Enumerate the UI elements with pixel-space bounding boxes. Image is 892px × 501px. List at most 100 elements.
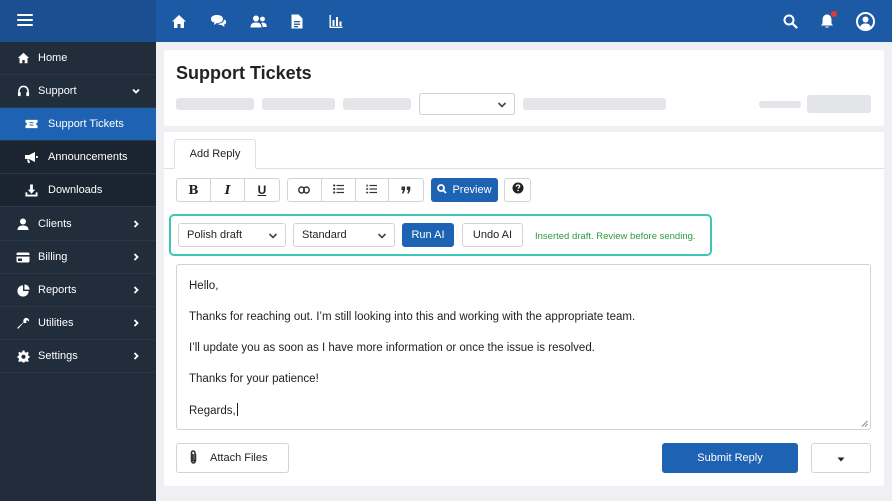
sidebar-item-announcements[interactable]: Announcements <box>0 141 156 174</box>
filter-select[interactable] <box>419 93 515 115</box>
bar-chart-icon[interactable] <box>326 11 346 31</box>
sidebar-item-label: Settings <box>38 350 78 362</box>
reply-panel: Add Reply B I U Preview Polish draft Sta… <box>164 132 884 486</box>
preview-button[interactable]: Preview <box>431 178 498 202</box>
bold-button[interactable]: B <box>177 179 211 201</box>
link-button[interactable] <box>288 179 322 201</box>
editor-line: I’ll update you as soon as I have more i… <box>189 342 595 354</box>
header-action-placeholder <box>807 95 871 113</box>
quote-icon <box>401 183 411 197</box>
sidebar-item-label: Announcements <box>48 151 128 163</box>
filter-placeholder <box>176 98 254 110</box>
submit-options-dropdown[interactable] <box>811 443 871 473</box>
run-ai-button[interactable]: Run AI <box>402 223 454 247</box>
undo-ai-button[interactable]: Undo AI <box>462 223 523 247</box>
text-cursor <box>236 403 238 416</box>
sidebar: Home Support Support Tickets Announcemen… <box>0 42 156 501</box>
editor-line: Thanks for reaching out. I’m still looki… <box>189 311 636 323</box>
wrench-icon <box>16 316 30 330</box>
sidebar-item-home[interactable]: Home <box>0 42 156 75</box>
tab-divider <box>164 168 884 169</box>
numbered-list-button[interactable] <box>356 179 390 201</box>
ai-tone-select[interactable]: Standard <box>293 223 395 247</box>
chevron-down-icon <box>130 85 142 97</box>
document-icon[interactable] <box>287 11 307 31</box>
users-icon[interactable] <box>248 11 268 31</box>
resize-handle-icon[interactable] <box>861 420 868 427</box>
attach-files-button[interactable]: Attach Files <box>176 443 289 473</box>
question-circle-icon <box>512 181 524 199</box>
ticket-icon <box>24 117 38 131</box>
chevron-right-icon <box>130 284 142 296</box>
filter-placeholder <box>523 98 666 110</box>
tab-add-reply[interactable]: Add Reply <box>174 139 256 169</box>
underline-button[interactable]: U <box>245 179 279 201</box>
italic-button[interactable]: I <box>211 179 245 201</box>
credit-card-icon <box>16 250 30 264</box>
chat-icon[interactable] <box>208 11 228 31</box>
sidebar-item-reports[interactable]: Reports <box>0 274 156 307</box>
editor-line: Thanks for your patience! <box>189 373 319 385</box>
bell-icon[interactable] <box>817 11 837 31</box>
quote-button[interactable] <box>389 179 423 201</box>
megaphone-icon <box>24 150 38 164</box>
chevron-right-icon <box>130 317 142 329</box>
help-button[interactable] <box>504 178 531 202</box>
sidebar-item-downloads[interactable]: Downloads <box>0 174 156 207</box>
filter-placeholder <box>262 98 335 110</box>
pie-chart-icon <box>16 283 30 297</box>
sidebar-item-label: Downloads <box>48 184 103 196</box>
page-title: Support Tickets <box>176 63 312 83</box>
home-icon[interactable] <box>169 11 189 31</box>
caret-down-icon <box>837 449 845 467</box>
sidebar-item-support-tickets[interactable]: Support Tickets <box>0 108 156 141</box>
editor-line: Hello, <box>189 280 219 292</box>
ai-status-message: Inserted draft. Review before sending. <box>535 231 696 242</box>
sidebar-item-label: Support <box>38 85 77 97</box>
notification-badge <box>831 11 837 17</box>
sidebar-item-label: Clients <box>38 218 72 230</box>
paperclip-icon <box>177 449 210 467</box>
chevron-right-icon <box>130 350 142 362</box>
editor-last-line: Regards, <box>189 403 858 418</box>
format-toolbar: B I U <box>176 178 280 202</box>
sidebar-item-label: Billing <box>38 251 68 263</box>
attach-files-label: Attach Files <box>210 452 268 464</box>
search-icon <box>437 183 448 197</box>
ai-assistant-bar: Polish draft Standard Run AI Undo AI Ins… <box>169 214 712 256</box>
sidebar-item-label: Reports <box>38 284 77 296</box>
ai-tone-value: Standard <box>302 229 347 241</box>
sidebar-item-label: Utilities <box>38 317 74 329</box>
sidebar-item-label: Home <box>38 52 68 64</box>
preview-label: Preview <box>452 184 492 196</box>
download-icon <box>24 183 38 197</box>
sidebar-item-clients[interactable]: Clients <box>0 208 156 241</box>
sidebar-item-label: Support Tickets <box>48 118 124 130</box>
ai-mode-select[interactable]: Polish draft <box>178 223 286 247</box>
gear-icon <box>16 349 30 363</box>
submit-reply-button[interactable]: Submit Reply <box>662 443 798 473</box>
filter-placeholder <box>343 98 411 110</box>
top-navbar <box>0 0 892 42</box>
ai-mode-value: Polish draft <box>187 229 243 241</box>
search-icon[interactable] <box>780 11 800 31</box>
headset-icon <box>16 84 30 98</box>
filter-placeholder <box>759 101 801 108</box>
editor-line: Regards, <box>189 405 236 417</box>
page-header: Support Tickets <box>164 50 884 126</box>
user-icon <box>16 217 30 231</box>
brand-area <box>0 0 156 42</box>
reply-editor[interactable]: Hello, Thanks for reaching out. I’m stil… <box>176 264 871 430</box>
sidebar-item-settings[interactable]: Settings <box>0 340 156 373</box>
bullet-list-icon <box>332 183 344 197</box>
sidebar-item-utilities[interactable]: Utilities <box>0 307 156 340</box>
sidebar-item-support[interactable]: Support <box>0 75 156 108</box>
chevron-right-icon <box>130 218 142 230</box>
account-avatar-icon[interactable] <box>855 11 875 31</box>
home-icon <box>16 51 30 65</box>
menu-toggle-icon[interactable] <box>17 14 33 26</box>
insert-toolbar <box>287 178 424 202</box>
sidebar-item-billing[interactable]: Billing <box>0 241 156 274</box>
bullet-list-button[interactable] <box>322 179 356 201</box>
numbered-list-icon <box>366 183 378 197</box>
